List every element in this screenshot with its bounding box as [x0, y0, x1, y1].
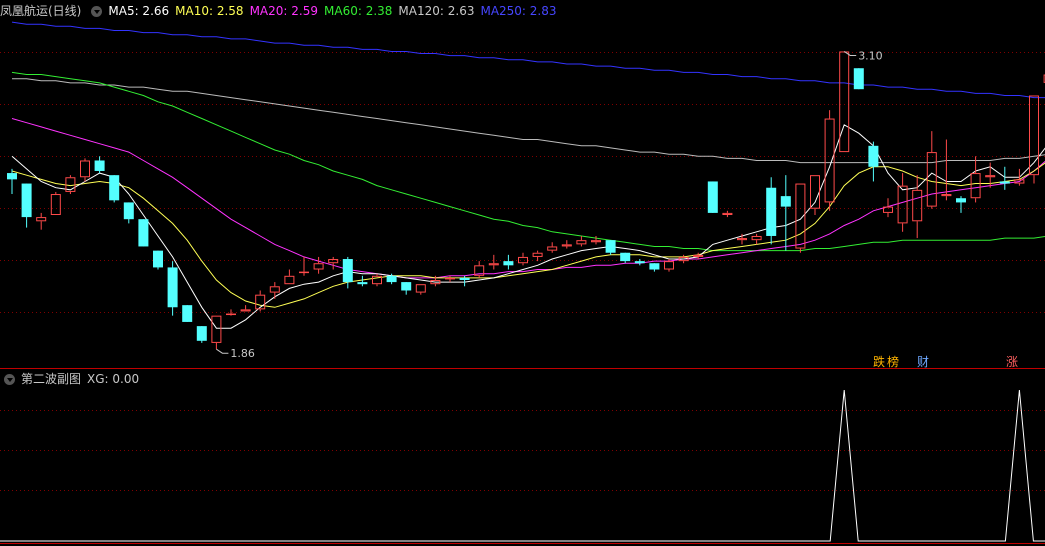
- candle-body: [941, 194, 952, 197]
- candle-body: [664, 261, 674, 270]
- collapse-toggle-icon[interactable]: [91, 6, 103, 17]
- candle-body: [518, 256, 528, 264]
- xg-line: [0, 389, 1045, 542]
- candle-body: [269, 286, 280, 293]
- candle-body: [313, 263, 324, 270]
- candle-body: [970, 173, 981, 199]
- candle-body: [109, 175, 120, 201]
- badge-die[interactable]: 跌: [873, 355, 885, 369]
- ma20-line: [11, 118, 1045, 279]
- stock-title: 凤凰航运(日线): [0, 4, 82, 18]
- candle-body: [912, 189, 923, 222]
- candle-body: [868, 145, 879, 167]
- ma10-line: [11, 162, 1045, 308]
- candle-body: [576, 240, 587, 245]
- candle-body: [196, 326, 207, 341]
- ma250-line: [11, 21, 1045, 99]
- candle-body: [605, 240, 616, 253]
- candle-body: [401, 282, 412, 291]
- ma120-value: MA120: 2.63: [398, 4, 475, 18]
- candle-body: [7, 173, 17, 180]
- ma5-value: MA5: 2.66: [108, 4, 170, 18]
- sub-chart-header: 第二波副图 XG: 0.00: [0, 371, 145, 387]
- sub-chart-title: 第二波副图: [21, 372, 82, 386]
- candle-body: [853, 68, 864, 90]
- candle-body: [780, 196, 791, 207]
- candle-body: [649, 263, 660, 270]
- ma20-value: MA20: 2.59: [249, 4, 318, 18]
- candle-body: [211, 315, 222, 343]
- candle-body: [153, 250, 163, 268]
- candle-body: [284, 275, 295, 285]
- candle-body: [299, 271, 309, 274]
- candle-body: [985, 175, 996, 178]
- candle-body: [503, 261, 514, 266]
- sub-collapse-toggle-icon[interactable]: [4, 374, 15, 385]
- candle-body: [591, 240, 601, 243]
- high-label: 3.10: [858, 49, 883, 62]
- badge-cai[interactable]: 财: [917, 355, 929, 369]
- badge-bang[interactable]: 榜: [887, 355, 899, 369]
- candle-body: [824, 118, 835, 203]
- candle-body: [693, 254, 704, 257]
- xg-value: XG: 0.00: [87, 372, 140, 386]
- candle-body: [897, 185, 908, 224]
- candle-body: [956, 198, 966, 203]
- candle-body: [459, 277, 470, 280]
- candle-body: [50, 194, 61, 215]
- badge-zhang[interactable]: 涨: [1006, 355, 1018, 369]
- candle-body: [123, 202, 134, 220]
- candle-body: [839, 51, 850, 153]
- candle-body: [722, 212, 733, 216]
- candle-body: [138, 219, 149, 247]
- candle-body: [620, 252, 631, 262]
- candle-body: [445, 277, 455, 280]
- candle-body: [766, 187, 777, 236]
- low-label: 1.86: [230, 347, 255, 360]
- candle-body: [226, 313, 236, 316]
- low-marker: [216, 348, 229, 354]
- candle-body: [80, 160, 90, 178]
- candle-body: [386, 275, 397, 283]
- high-marker: [843, 51, 857, 56]
- ma120-line: [12, 78, 1045, 164]
- candle-body: [737, 238, 747, 241]
- candle-body: [488, 263, 499, 266]
- candle-body: [167, 267, 178, 308]
- candle-body: [999, 181, 1010, 184]
- candle-body: [36, 217, 47, 222]
- candle-body: [810, 175, 820, 209]
- candle-body: [561, 244, 572, 247]
- candle-body: [342, 259, 353, 283]
- stock-chart[interactable]: 3.10 1.86: [0, 0, 1045, 546]
- candle-body: [328, 259, 339, 264]
- candle-body: [547, 246, 558, 251]
- candle-body: [926, 152, 937, 207]
- candle-body: [707, 181, 718, 213]
- candle-body: [751, 235, 762, 241]
- candle-body: [357, 282, 368, 285]
- candle-body: [634, 261, 645, 264]
- candle-body: [240, 309, 251, 312]
- candle-body: [94, 160, 105, 171]
- candle-body: [182, 305, 193, 322]
- ma10-value: MA10: 2.58: [175, 4, 244, 18]
- main-chart-header: 凤凰航运(日线) MA5: 2.66 MA10: 2.58 MA20: 2.59 MA6…: [0, 3, 563, 19]
- ma60-line: [11, 71, 1045, 252]
- candle-body: [415, 284, 426, 293]
- ma250-value: MA250: 2.83: [480, 4, 557, 18]
- candle-body: [21, 183, 32, 218]
- candle-body: [532, 252, 543, 257]
- ma60-value: MA60: 2.38: [324, 4, 393, 18]
